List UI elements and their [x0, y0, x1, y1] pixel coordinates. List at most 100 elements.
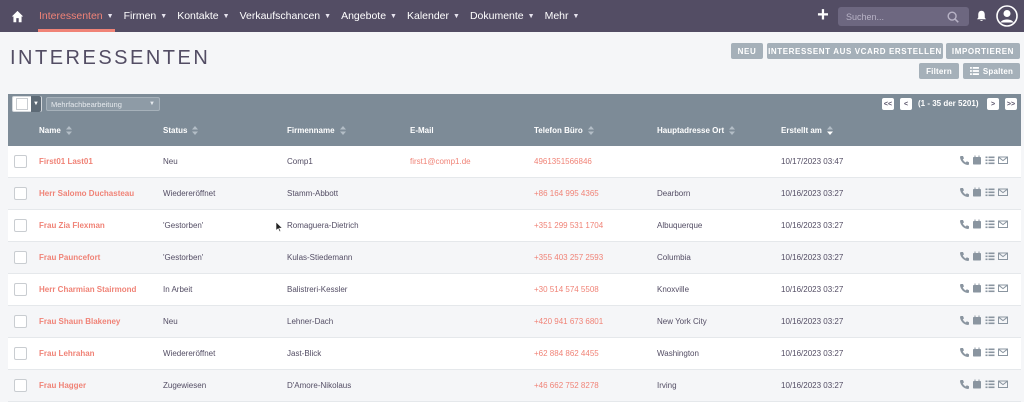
row-checkbox[interactable] [14, 283, 27, 296]
lead-status: 'Gestorben' [163, 253, 204, 262]
column-header-city[interactable]: Hauptadresse Ort [657, 126, 736, 135]
lead-name-link[interactable]: Frau Hagger [39, 381, 86, 390]
email-icon[interactable] [998, 219, 1008, 229]
bell-icon[interactable] [975, 9, 988, 23]
bulk-action-dropdown[interactable]: Mehrfachbearbeitung ▼ [46, 97, 160, 111]
last-page-button[interactable]: >> [1005, 98, 1017, 110]
phone-icon[interactable] [959, 155, 969, 165]
pagination-count: (1 - 35 der 5201) [918, 99, 979, 108]
columns-button[interactable]: Spalten [963, 63, 1020, 79]
email-icon[interactable] [998, 315, 1008, 325]
nav-item-dokumente[interactable]: Dokumente ▼ [465, 0, 540, 32]
nav-item-kalender[interactable]: Kalender ▼ [402, 0, 465, 32]
nav-item-firmen[interactable]: Firmen ▼ [119, 0, 173, 32]
phone-icon[interactable] [959, 251, 969, 261]
calendar-icon[interactable] [972, 283, 982, 293]
calendar-icon[interactable] [972, 251, 982, 261]
lead-name-link[interactable]: Herr Charmian Stairmond [39, 285, 136, 294]
chevron-down-icon: ▼ [106, 12, 114, 20]
search-icon[interactable] [946, 10, 960, 24]
new-button[interactable]: NEU [731, 43, 763, 59]
city: Columbia [657, 253, 691, 262]
search-input[interactable] [838, 11, 946, 22]
select-all-checkbox[interactable] [16, 98, 28, 110]
email-icon[interactable] [998, 283, 1008, 293]
lead-status: In Arbeit [163, 285, 193, 294]
calendar-icon[interactable] [972, 219, 982, 229]
phone-icon[interactable] [959, 219, 969, 229]
row-checkbox[interactable] [14, 315, 27, 328]
phone-icon[interactable] [959, 347, 969, 357]
lead-name-link[interactable]: Frau Shaun Blakeney [39, 317, 120, 326]
lead-name-link[interactable]: Frau Zia Flexman [39, 221, 105, 230]
column-header-phone[interactable]: Telefon Büro [534, 126, 594, 135]
filter-button[interactable]: Filtern [919, 63, 959, 79]
previous-page-button[interactable]: < [900, 98, 912, 110]
phone-link[interactable]: +62 884 862 4455 [534, 349, 599, 358]
column-header-status[interactable]: Status [163, 126, 199, 135]
column-header-name[interactable]: Name [39, 126, 72, 135]
phone-icon[interactable] [959, 187, 969, 197]
city: Irving [657, 381, 677, 390]
home-icon[interactable] [0, 0, 34, 32]
email-icon[interactable] [998, 251, 1008, 261]
email-link[interactable]: first1@comp1.de [410, 157, 471, 166]
tasks-icon[interactable] [985, 379, 995, 389]
phone-icon[interactable] [959, 315, 969, 325]
row-checkbox[interactable] [14, 251, 27, 264]
calendar-icon[interactable] [972, 155, 982, 165]
create-from-vcard-button[interactable]: INTERESSENT AUS VCARD ERSTELLEN [767, 43, 943, 59]
lead-name-link[interactable]: Frau Lehrahan [39, 349, 95, 358]
nav-item-interessenten[interactable]: Interessenten ▼ [34, 0, 119, 32]
row-checkbox[interactable] [14, 187, 27, 200]
phone-icon[interactable] [959, 379, 969, 389]
tasks-icon[interactable] [985, 347, 995, 357]
chevron-down-icon[interactable]: ▼ [31, 96, 41, 112]
row-checkbox[interactable] [14, 155, 27, 168]
phone-link[interactable]: 4961351566846 [534, 157, 592, 166]
tasks-icon[interactable] [985, 283, 995, 293]
phone-link[interactable]: +30 514 574 5508 [534, 285, 599, 294]
phone-link[interactable]: +86 164 995 4365 [534, 189, 599, 198]
calendar-icon[interactable] [972, 347, 982, 357]
nav-item-angebote[interactable]: Angebote ▼ [336, 0, 402, 32]
next-page-button[interactable]: > [987, 98, 999, 110]
user-icon[interactable] [996, 5, 1018, 27]
lead-name-link[interactable]: First01 Last01 [39, 157, 93, 166]
phone-link[interactable]: +46 662 752 8278 [534, 381, 599, 390]
tasks-icon[interactable] [985, 251, 995, 261]
lead-name-link[interactable]: Frau Pauncefort [39, 253, 100, 262]
row-checkbox[interactable] [14, 219, 27, 232]
calendar-icon[interactable] [972, 379, 982, 389]
email-icon[interactable] [998, 379, 1008, 389]
calendar-icon[interactable] [972, 315, 982, 325]
row-actions [959, 315, 1008, 325]
email-icon[interactable] [998, 187, 1008, 197]
calendar-icon[interactable] [972, 187, 982, 197]
company-name: D'Amore-Nikolaus [287, 381, 352, 390]
lead-name-link[interactable]: Herr Salomo Duchasteau [39, 189, 134, 198]
nav-item-kontakte[interactable]: Kontakte ▼ [172, 0, 234, 32]
global-search [838, 7, 969, 26]
email-icon[interactable] [998, 155, 1008, 165]
tasks-icon[interactable] [985, 219, 995, 229]
column-header-created[interactable]: Erstellt am [781, 126, 833, 135]
row-checkbox[interactable] [14, 379, 27, 392]
first-page-button[interactable]: << [882, 98, 894, 110]
column-header-company[interactable]: Firmenname [287, 126, 346, 135]
phone-link[interactable]: +355 403 257 2593 [534, 253, 603, 262]
select-all-dropdown[interactable]: ▼ [12, 96, 42, 112]
tasks-icon[interactable] [985, 187, 995, 197]
row-checkbox[interactable] [14, 347, 27, 360]
phone-link[interactable]: +420 941 673 6801 [534, 317, 603, 326]
tasks-icon[interactable] [985, 155, 995, 165]
plus-icon[interactable]: + [814, 5, 832, 26]
import-button[interactable]: IMPORTIEREN [946, 43, 1020, 59]
nav-item-mehr[interactable]: Mehr ▼ [540, 0, 585, 32]
nav-item-verkaufschancen[interactable]: Verkaufschancen ▼ [235, 0, 337, 32]
email-icon[interactable] [998, 347, 1008, 357]
phone-icon[interactable] [959, 283, 969, 293]
columns-button-label: Spalten [982, 66, 1014, 76]
tasks-icon[interactable] [985, 315, 995, 325]
phone-link[interactable]: +351 299 531 1704 [534, 221, 603, 230]
